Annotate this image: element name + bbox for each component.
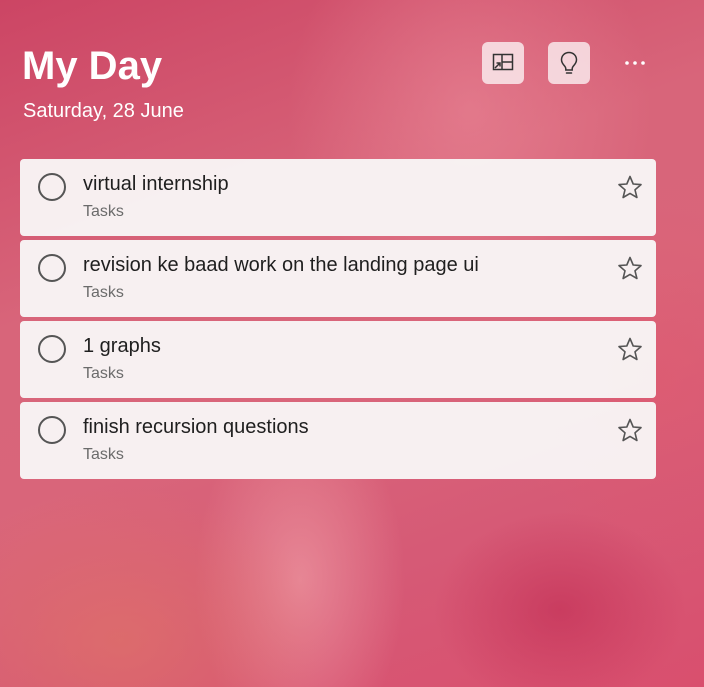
more-options-icon [625, 61, 645, 65]
page-header: My Day [22, 40, 162, 92]
complete-checkbox-icon[interactable] [37, 415, 67, 445]
complete-checkbox-icon[interactable] [37, 253, 67, 283]
task-item[interactable]: 1 graphs Tasks [20, 321, 656, 398]
suggestions-button[interactable] [548, 42, 590, 84]
task-list-name: Tasks [83, 284, 124, 301]
task-list-name: Tasks [83, 446, 124, 463]
complete-checkbox-icon[interactable] [37, 334, 67, 364]
complete-checkbox-icon[interactable] [37, 172, 67, 202]
task-list: virtual internship Tasks revision ke baa… [20, 159, 656, 483]
task-item[interactable]: finish recursion questions Tasks [20, 402, 656, 479]
layout-icon [492, 53, 514, 71]
task-title: virtual internship [83, 173, 229, 195]
task-item[interactable]: revision ke baad work on the landing pag… [20, 240, 656, 317]
star-icon[interactable] [616, 417, 644, 445]
task-title: finish recursion questions [83, 416, 309, 438]
more-options-button[interactable] [614, 42, 656, 84]
task-list-name: Tasks [83, 203, 124, 220]
page-date: Saturday, 28 June [23, 100, 184, 122]
task-title: 1 graphs [83, 335, 161, 357]
task-title: revision ke baad work on the landing pag… [83, 254, 479, 276]
layout-button[interactable] [482, 42, 524, 84]
page-title: My Day [22, 44, 163, 88]
star-icon[interactable] [616, 255, 644, 283]
task-item[interactable]: virtual internship Tasks [20, 159, 656, 236]
lightbulb-icon [560, 51, 578, 74]
star-icon[interactable] [616, 336, 644, 364]
task-list-name: Tasks [83, 365, 124, 382]
star-icon[interactable] [616, 174, 644, 202]
